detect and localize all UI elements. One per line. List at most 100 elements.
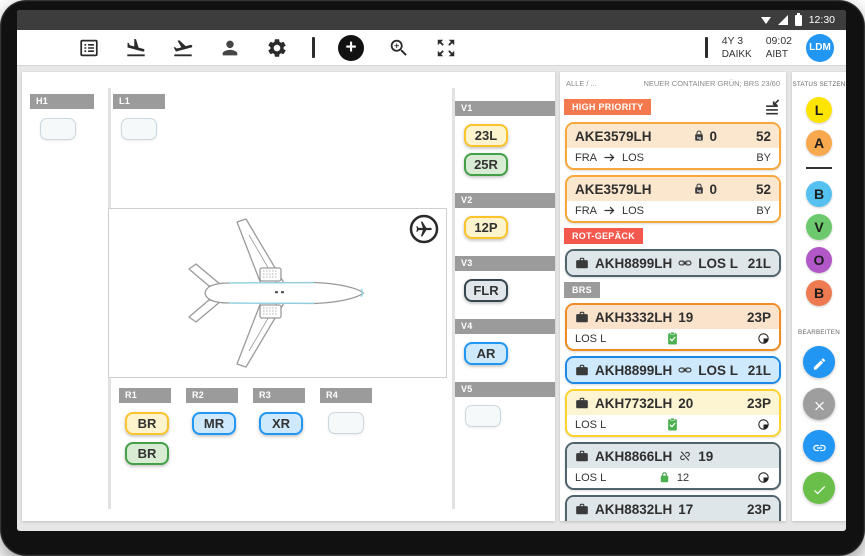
status-buttons: LABVOB (806, 93, 832, 309)
briefcase-icon (575, 502, 589, 516)
card-status-row: LOS L (567, 329, 779, 349)
container-chip[interactable]: AR (464, 342, 508, 365)
position-header: V1 (455, 101, 555, 116)
arrow-right-icon (602, 150, 617, 165)
position-header: R1 (119, 388, 171, 403)
container-code: AKH8866LH (595, 449, 672, 464)
route-right: BY (673, 152, 771, 164)
container-chip[interactable]: 23L (464, 124, 508, 147)
container-chip[interactable]: FLR (464, 279, 508, 302)
pencil-button[interactable] (803, 346, 835, 378)
menu-icon[interactable] (30, 36, 54, 60)
bag-count-group: kg0 (692, 129, 718, 144)
position-section-v4: V4 AR (455, 319, 555, 371)
card-list: HIGH PRIORITYAKE3579LHkg052FRALOSBYAKE35… (564, 97, 782, 521)
check-button[interactable] (803, 472, 835, 504)
container-list-panel: ALLE / ... NEUER CONTAINER GRÜN; BRS 23/… (560, 72, 786, 521)
settings-icon[interactable] (265, 36, 289, 60)
card-header: AKH8899LHLOS L21L (567, 251, 779, 275)
rear-hold-row: R1BRBRR2MRR3XRR4 (111, 388, 385, 472)
status-tools-label: STATUS SETZEN (792, 81, 845, 88)
container-chip[interactable]: BR (125, 442, 169, 465)
container-chip[interactable]: 12P (464, 216, 508, 239)
link-icon (812, 439, 827, 454)
status-button-v[interactable]: V (806, 214, 832, 240)
container-code: AKE3579LH (575, 129, 652, 144)
position-section-v2: V212P (455, 193, 555, 245)
flight-direction-icon[interactable] (409, 214, 439, 244)
moon-icon (756, 470, 771, 485)
progress-zone (706, 331, 771, 346)
briefcase-icon (575, 310, 589, 324)
container-chip[interactable]: BR (125, 412, 169, 435)
sort-icon[interactable] (762, 97, 782, 117)
avatar[interactable]: LDM (806, 34, 834, 62)
check-icon (812, 481, 827, 496)
container-chip[interactable]: 25R (464, 153, 508, 176)
android-status-bar: 12:30 (17, 10, 846, 30)
status-icons: 12 (640, 470, 705, 485)
container-chip[interactable]: MR (192, 412, 236, 435)
container-card[interactable]: AKE3579LHkg052FRALOSBY (565, 122, 781, 170)
moon-icon (756, 417, 771, 432)
position-header: V4 (455, 319, 555, 334)
position-section-v3: V3 FLR (455, 256, 555, 308)
status-button-b[interactable]: B (806, 181, 832, 207)
flight-land-icon[interactable] (124, 36, 148, 60)
unlink-icon (678, 449, 692, 463)
empty-slot[interactable] (121, 118, 157, 140)
close-button[interactable] (803, 388, 835, 420)
person-icon[interactable] (218, 36, 242, 60)
side-tools-panel: STATUS SETZEN LABVOB BEARBEITEN (792, 72, 846, 521)
aircraft-top-view (109, 209, 445, 377)
zoom-in-icon[interactable] (387, 36, 411, 60)
route: FRALOS (575, 203, 673, 218)
moon-icon (756, 331, 771, 346)
position-label: LOS L (698, 363, 738, 378)
container-card[interactable]: AKH7732LH2023PLOS L (565, 389, 781, 437)
container-card[interactable]: AKH8866LH 19 LOS L12 (565, 442, 781, 490)
svg-text:kg: kg (696, 189, 700, 193)
card-status-row: LOS L12 (567, 468, 779, 488)
empty-slot[interactable] (328, 412, 364, 434)
position-header: V5 (455, 382, 555, 397)
flight-takeoff-icon[interactable] (171, 36, 195, 60)
card-position: LOS L (575, 333, 640, 345)
add-icon[interactable]: + (338, 35, 364, 61)
list-icon[interactable] (77, 36, 101, 60)
position-section-v1: V1 23L 25R (455, 101, 555, 182)
toolbar-divider (705, 37, 708, 58)
container-chip[interactable]: XR (259, 412, 303, 435)
container-card[interactable]: AKH8832LH1723PLOS L (565, 495, 781, 521)
block-time: 09:02 (766, 34, 792, 48)
bag-icon: kg (692, 182, 706, 196)
progress-zone (706, 470, 771, 485)
status-button-l[interactable]: L (806, 97, 832, 123)
status-button-a[interactable]: A (806, 130, 832, 156)
screen: 12:30 + (17, 10, 846, 531)
progress-zone (706, 417, 771, 432)
briefcase-icon (575, 256, 589, 270)
container-card[interactable]: AKH3332LH1923PLOS L (565, 303, 781, 351)
briefcase-icon (575, 363, 589, 377)
target-position: 21L (748, 363, 771, 378)
container-card[interactable]: AKH8899LHLOS L21L (565, 356, 781, 384)
target-position: 23P (747, 310, 771, 325)
empty-slot[interactable] (465, 405, 501, 427)
empty-slot[interactable] (40, 118, 76, 140)
status-button-o[interactable]: O (806, 247, 832, 273)
container-card[interactable]: AKH8899LHLOS L21L (565, 249, 781, 277)
status-group-divider (806, 167, 832, 169)
piece-count: 19 (698, 449, 713, 464)
route-to: LOS (622, 152, 644, 164)
position-label: LOS L (575, 333, 606, 345)
filter-label[interactable]: ALLE / ... (566, 79, 597, 88)
position-header: V3 (455, 256, 555, 271)
link-icon-dark (678, 363, 692, 377)
fullscreen-icon[interactable] (434, 36, 458, 60)
status-button-b[interactable]: B (806, 280, 832, 306)
close-icon (812, 397, 827, 412)
container-card[interactable]: AKE3579LHkg052FRALOSBY (565, 175, 781, 223)
compartment-code: BY (756, 205, 771, 217)
link-button[interactable] (803, 430, 835, 462)
